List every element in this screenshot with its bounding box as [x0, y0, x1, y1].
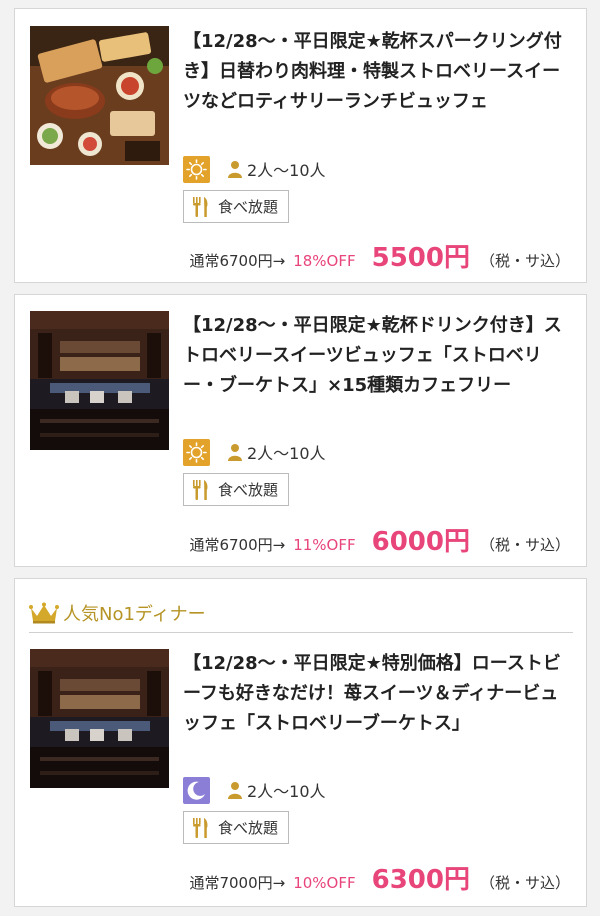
people-range: 2人〜10人 — [228, 778, 326, 802]
plan-photo-restaurant[interactable] — [30, 311, 169, 450]
fork-knife-icon — [193, 817, 208, 838]
plan-card-ranked[interactable]: 人気No1ディナー 【12/28〜・平日限定★特別価格】ローストビーフも好きなだ… — [14, 578, 587, 907]
all-you-can-eat-badge: 食べ放題 — [183, 190, 290, 223]
regular-price: 通常7000円→ — [189, 874, 286, 892]
people-range: 2人〜10人 — [228, 157, 326, 181]
plan-title[interactable]: 【12/28〜・平日限定★特別価格】ローストビーフも好きなだけ！苺スイーツ＆ディ… — [183, 649, 573, 739]
tax-note: （税・サ込） — [479, 874, 570, 892]
regular-price: 通常6700円→ — [189, 252, 286, 270]
price-row: 通常6700円→ 18%OFF 5500円 （税・サ込） — [189, 237, 570, 274]
people-range-text: 2人〜10人 — [247, 444, 326, 463]
sun-icon — [183, 155, 210, 183]
person-icon — [228, 161, 242, 178]
fork-knife-icon — [193, 196, 208, 217]
moon-icon — [183, 776, 210, 804]
sale-price: 5500円 — [371, 243, 470, 273]
sun-icon — [183, 438, 210, 466]
discount-rate: 11%OFF — [293, 536, 356, 554]
plan-meta: 2人〜10人 — [183, 155, 326, 183]
price-row: 通常7000円→ 10%OFF 6300円 （税・サ込） — [189, 859, 570, 896]
ranking-header: 人気No1ディナー — [29, 593, 573, 633]
discount-rate: 18%OFF — [293, 252, 356, 270]
ranking-label: 人気No1ディナー — [63, 603, 206, 625]
plan-card[interactable]: 【12/28〜・平日限定★乾杯ドリンク付き】ストロベリースイーツビュッフェ「スト… — [14, 294, 587, 567]
plan-card[interactable]: 【12/28〜・平日限定★乾杯スパークリング付き】日替わり肉料理・特製ストロベリ… — [14, 8, 587, 283]
all-you-can-eat-badge: 食べ放題 — [183, 811, 290, 844]
people-range: 2人〜10人 — [228, 440, 326, 464]
people-range-text: 2人〜10人 — [247, 161, 326, 180]
plan-meta: 2人〜10人 — [183, 438, 326, 466]
plan-photo-buffet[interactable] — [30, 26, 169, 165]
plan-title[interactable]: 【12/28〜・平日限定★乾杯ドリンク付き】ストロベリースイーツビュッフェ「スト… — [183, 311, 573, 401]
plan-meta: 2人〜10人 — [183, 776, 326, 804]
tax-note: （税・サ込） — [479, 252, 570, 270]
crown-icon — [29, 602, 59, 623]
all-you-can-eat-badge: 食べ放題 — [183, 473, 290, 506]
people-range-text: 2人〜10人 — [247, 782, 326, 801]
person-icon — [228, 444, 242, 461]
badge-label: 食べ放題 — [218, 198, 279, 216]
plan-title[interactable]: 【12/28〜・平日限定★乾杯スパークリング付き】日替わり肉料理・特製ストロベリ… — [183, 27, 573, 117]
discount-rate: 10%OFF — [293, 874, 356, 892]
sale-price: 6300円 — [371, 865, 470, 895]
fork-knife-icon — [193, 479, 208, 500]
tax-note: （税・サ込） — [479, 536, 570, 554]
person-icon — [228, 782, 242, 799]
regular-price: 通常6700円→ — [189, 536, 286, 554]
plan-photo-restaurant[interactable] — [30, 649, 169, 788]
badge-label: 食べ放題 — [218, 481, 279, 499]
badge-label: 食べ放題 — [218, 819, 279, 837]
sale-price: 6000円 — [371, 527, 470, 557]
price-row: 通常6700円→ 11%OFF 6000円 （税・サ込） — [189, 521, 570, 558]
